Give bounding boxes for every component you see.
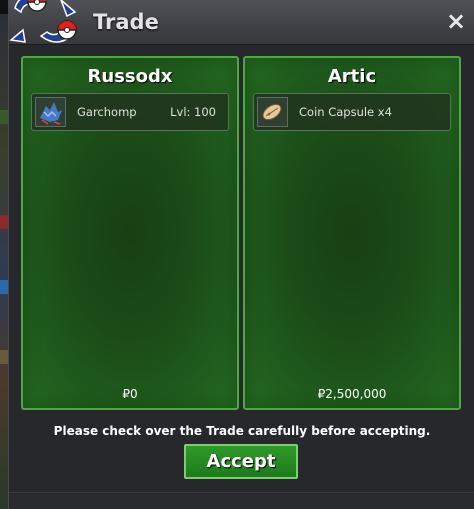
- offer-panel-artic: Artic Coin Capsule x4 ₽2,500,000: [243, 56, 461, 410]
- item-name: Garchomp: [77, 105, 137, 119]
- item-level: Lvl: 100: [170, 105, 216, 119]
- trade-logo-icon: [9, 0, 77, 43]
- accept-button[interactable]: Accept: [184, 444, 298, 479]
- window-bottom-bar: [9, 492, 474, 509]
- trade-window: Trade × Russodx Garchomp Lvl: 100 ₽0 Art…: [8, 0, 474, 509]
- close-button[interactable]: ×: [444, 9, 468, 33]
- trade-item-slot[interactable]: Coin Capsule x4: [253, 93, 451, 131]
- trade-notice: Please check over the Trade carefully be…: [53, 424, 431, 438]
- player-name: Russodx: [87, 66, 173, 87]
- item-name: Coin Capsule x4: [299, 105, 392, 119]
- trade-item-slot[interactable]: Garchomp Lvl: 100: [31, 93, 229, 131]
- offer-panel-russodx: Russodx Garchomp Lvl: 100 ₽0: [21, 56, 239, 410]
- coin-capsule-icon: [257, 97, 288, 127]
- garchomp-sprite-icon: [35, 97, 66, 127]
- offered-money: ₽2,500,000: [317, 387, 387, 401]
- player-name: Artic: [327, 66, 377, 87]
- offered-money: ₽0: [122, 387, 138, 401]
- window-title: Trade: [93, 10, 159, 34]
